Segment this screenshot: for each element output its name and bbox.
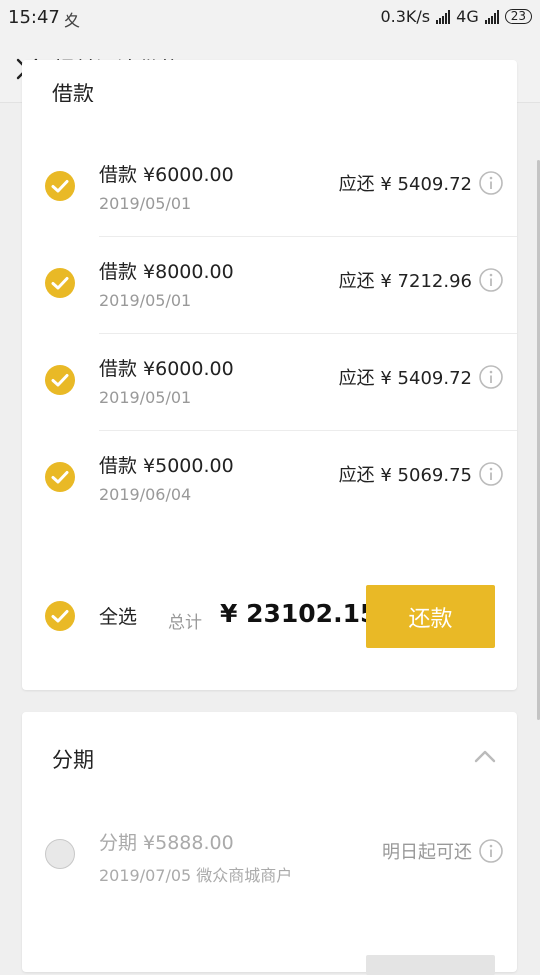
installment-repay-button[interactable] <box>366 955 495 975</box>
loans-card-title: 借款 <box>52 82 94 102</box>
loans-card: 借款 借款 ¥6000.00 2019/05/01 应还 ¥ 5409.72 借… <box>22 60 517 690</box>
info-icon[interactable] <box>478 267 504 293</box>
chevron-up-icon[interactable] <box>473 748 497 764</box>
loan-row[interactable]: 借款 ¥6000.00 2019/05/01 应还 ¥ 5409.72 <box>22 140 517 237</box>
status-right: 0.3K/s 4G 23 <box>380 7 532 26</box>
loan-date: 2019/06/04 <box>99 485 192 504</box>
select-all-label[interactable]: 全选 <box>99 602 137 629</box>
loan-due: 应还 ¥ 5409.72 <box>338 368 472 389</box>
select-all-bar: 全选 总计 ¥ 23102.15 还款 <box>22 580 517 650</box>
installment-name: 分期 ¥5888.00 <box>99 832 234 854</box>
select-all-check-icon[interactable] <box>44 600 76 632</box>
net-speed: 0.3K/s <box>380 7 431 26</box>
info-icon[interactable] <box>478 838 504 864</box>
status-bar: 15:47 夊 0.3K/s 4G 23 <box>0 0 540 38</box>
total-label: 总计 <box>168 613 202 633</box>
info-icon[interactable] <box>478 170 504 196</box>
app-notification-icon: 夊 <box>64 11 81 30</box>
loan-row[interactable]: 借款 ¥5000.00 2019/06/04 应还 ¥ 5069.75 <box>22 431 517 528</box>
loan-name: 借款 ¥6000.00 <box>99 358 234 380</box>
loan-date: 2019/05/01 <box>99 194 192 213</box>
installment-status: 明日起可还 <box>382 842 472 863</box>
loan-date: 2019/05/01 <box>99 388 192 407</box>
info-icon[interactable] <box>478 461 504 487</box>
loan-name: 借款 ¥8000.00 <box>99 261 234 283</box>
signal-icon-2 <box>484 9 499 24</box>
status-time: 15:47 <box>8 7 60 28</box>
loan-row[interactable]: 借款 ¥6000.00 2019/05/01 应还 ¥ 5409.72 <box>22 334 517 431</box>
loan-row[interactable]: 借款 ¥8000.00 2019/05/01 应还 ¥ 7212.96 <box>22 237 517 334</box>
loan-name: 借款 ¥5000.00 <box>99 455 234 477</box>
loan-due: 应还 ¥ 5069.75 <box>338 465 472 486</box>
installments-card: 分期 分期 ¥5888.00 2019/07/05 微众商城商户 明日起可还 <box>22 712 517 975</box>
repay-button[interactable]: 还款 <box>366 585 495 648</box>
check-circle-icon[interactable] <box>44 461 76 493</box>
check-circle-icon[interactable] <box>44 267 76 299</box>
info-icon[interactable] <box>478 364 504 390</box>
loan-name: 借款 ¥6000.00 <box>99 164 234 186</box>
network-type: 4G <box>456 7 479 26</box>
battery-icon: 23 <box>504 9 532 24</box>
check-circle-icon[interactable] <box>44 838 76 870</box>
signal-icon <box>436 9 451 24</box>
installments-title: 分期 <box>52 748 94 772</box>
total-amount: ¥ 23102.15 <box>220 599 378 628</box>
check-circle-icon[interactable] <box>44 170 76 202</box>
loan-due: 应还 ¥ 5409.72 <box>338 174 472 195</box>
installment-date: 2019/07/05 微众商城商户 <box>99 866 293 885</box>
loans-card-title-clip: 借款 <box>52 60 112 102</box>
loan-due: 应还 ¥ 7212.96 <box>338 271 472 292</box>
loan-date: 2019/05/01 <box>99 291 192 310</box>
check-circle-icon[interactable] <box>44 364 76 396</box>
